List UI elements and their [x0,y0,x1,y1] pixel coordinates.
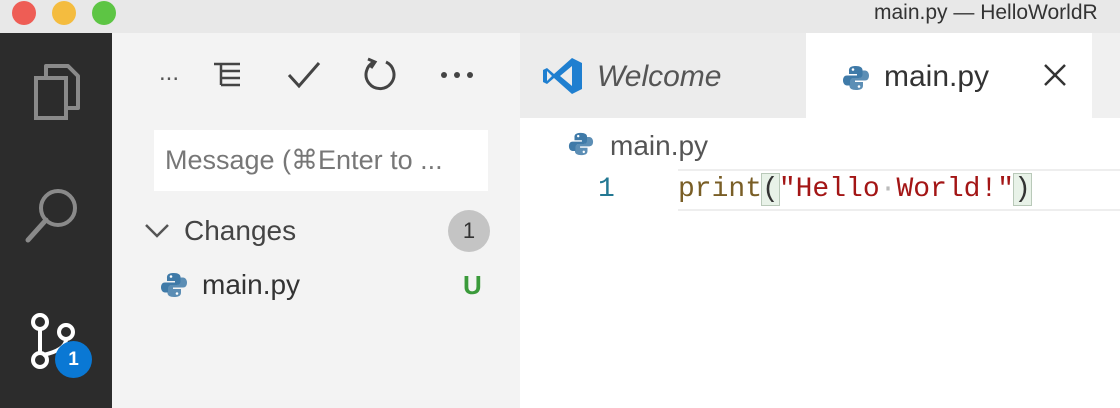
close-window-button[interactable] [12,1,36,25]
vscode-logo-icon [543,58,582,94]
zoom-window-button[interactable] [92,1,116,25]
search-icon[interactable] [22,182,86,246]
minimize-window-button[interactable] [52,1,76,25]
source-control-badge: 1 [55,341,92,378]
code-token-paren-close: ) [1013,173,1032,206]
whitespace-dot: · [879,174,897,205]
python-file-icon [161,273,187,297]
python-file-icon [843,66,869,90]
tab-main-py-label: main.py [884,60,990,93]
close-icon[interactable] [1043,63,1067,87]
breadcrumb[interactable]: main.py [610,128,708,164]
code-token-string-part1: "Hello [778,174,880,205]
commit-check-icon[interactable] [287,60,321,90]
refresh-icon[interactable] [362,56,398,92]
line-number: 1 [598,174,615,205]
toolbar-overflow[interactable]: ... [159,58,179,88]
code-line[interactable]: print("Hello·World!") [678,172,1032,208]
more-actions-icon[interactable] [440,70,474,80]
file-status-untracked: U [463,270,482,300]
files-icon[interactable] [22,58,86,122]
code-token-paren-open: ( [761,173,780,206]
code-token-string-part2: World!" [896,174,1015,205]
chevron-down-icon[interactable] [144,222,170,240]
changes-count-badge: 1 [448,210,490,252]
python-file-icon [568,132,594,156]
view-as-tree-icon[interactable] [212,60,242,90]
changes-group-label[interactable]: Changes [184,213,296,249]
commit-message-input[interactable] [154,130,488,191]
tab-welcome-label: Welcome [597,60,722,93]
code-token-function: print [678,174,763,205]
window-title: main.py — HelloWorldR [874,1,1098,24]
changed-file-name[interactable]: main.py [202,267,300,303]
